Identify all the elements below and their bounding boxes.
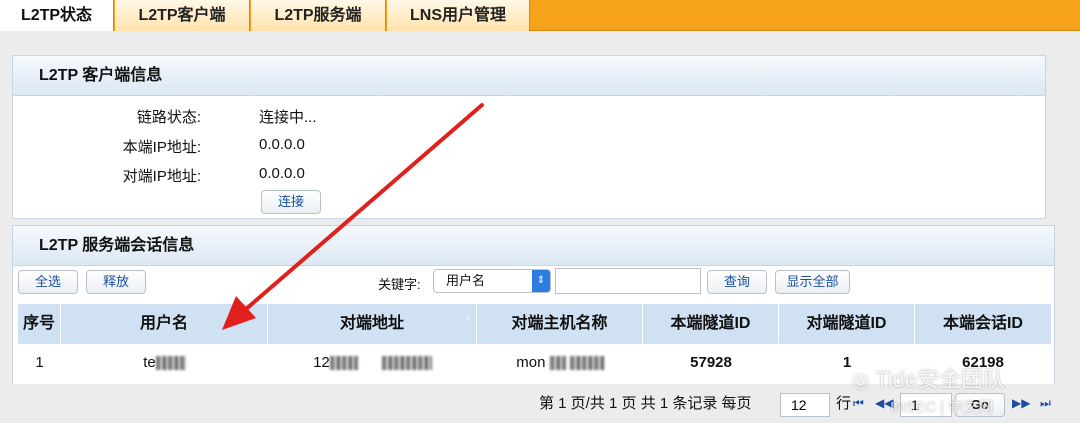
watermark-sub: INSEC | 中文网: [890, 399, 994, 416]
watermark: ◎ Tide安全团队: [852, 362, 1005, 394]
watermark-text: Tide安全团队: [875, 367, 1006, 392]
annotation-arrow: [222, 103, 484, 330]
wechat-icon: ◎: [852, 370, 870, 392]
